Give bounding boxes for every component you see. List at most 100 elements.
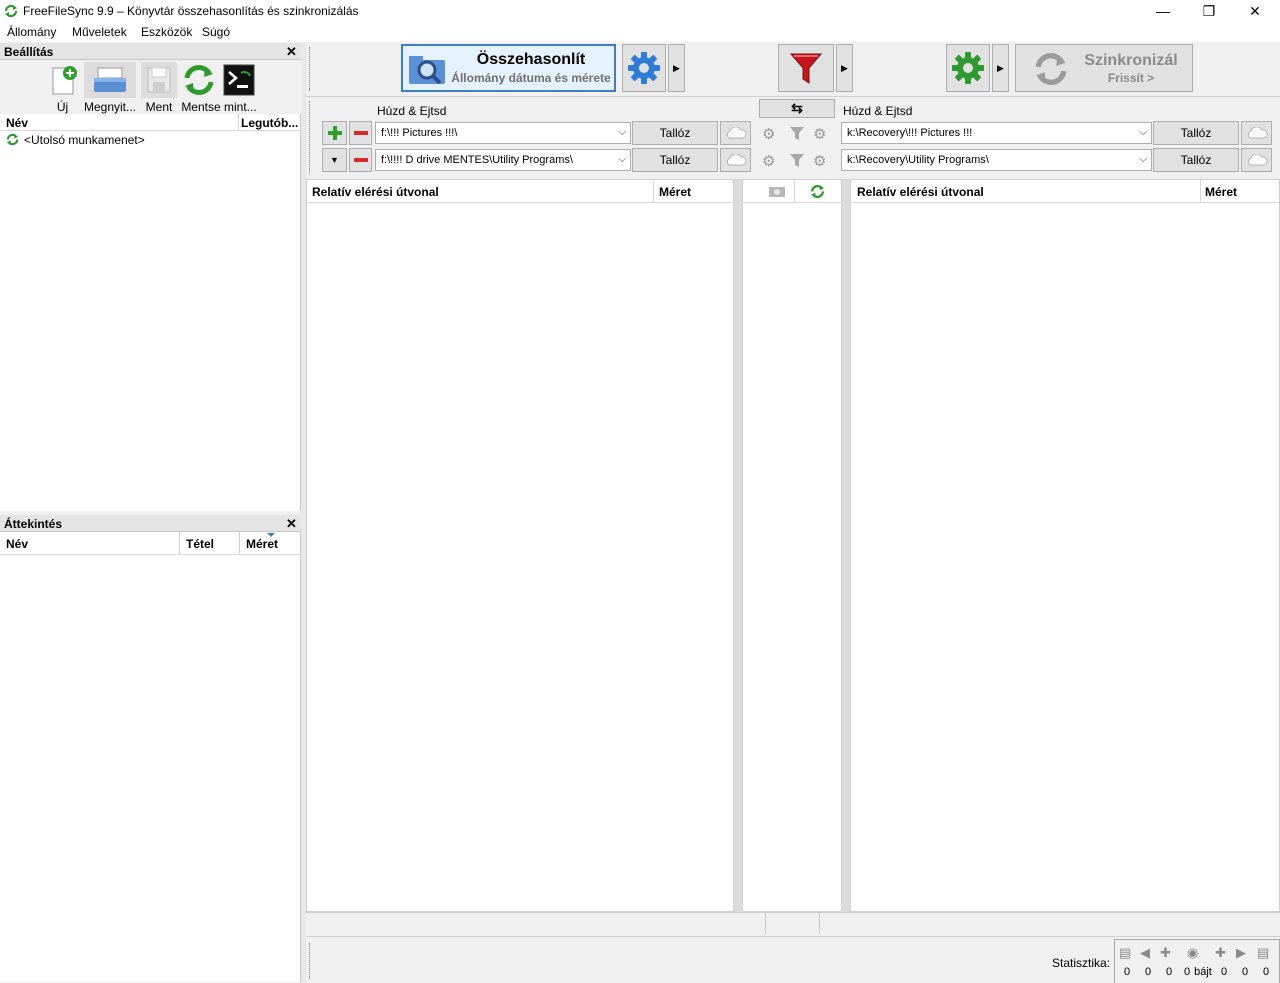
- save-button[interactable]: [141, 62, 177, 98]
- synchronize-sublabel: Frissít >: [1107, 71, 1155, 85]
- config-list: Név Legutób... <Utolsó munkamenet>: [0, 114, 301, 511]
- browse-right-button[interactable]: Tallóz: [1153, 121, 1239, 145]
- middle-action-grid[interactable]: [742, 179, 842, 912]
- terminal-button[interactable]: [221, 62, 257, 98]
- sync-action-icon[interactable]: [810, 184, 825, 199]
- status-bar: [306, 912, 1280, 934]
- cloud-right-button[interactable]: [1241, 121, 1272, 145]
- synchronize-button[interactable]: Szinkronizál Frissít >: [1015, 44, 1193, 92]
- config-list-header: Név Legutób...: [0, 114, 300, 131]
- toolbar-grip[interactable]: [309, 47, 311, 91]
- right-folder-input[interactable]: k:\Recovery\!!! Pictures !!! ⌵: [841, 122, 1152, 144]
- right-file-grid[interactable]: Relatív elérési útvonal Méret: [850, 179, 1280, 912]
- title-bar: FreeFileSync 9.9 – Könyvtár összehasonlí…: [0, 0, 1280, 22]
- triangle-down-icon: ▼: [330, 155, 339, 165]
- expand-pairs-button[interactable]: ▼: [322, 148, 347, 172]
- left-file-grid[interactable]: Relatív elérési útvonal Méret: [306, 179, 734, 912]
- chevron-down-icon: ⌵: [1139, 154, 1147, 165]
- local-gear-icon[interactable]: ⚙: [762, 125, 775, 143]
- gear-icon: [628, 52, 660, 84]
- right-path-column[interactable]: Relatív elérési útvonal: [857, 185, 984, 199]
- gear-green-icon: [952, 52, 984, 84]
- col-items[interactable]: Tétel: [186, 537, 214, 551]
- close-icon[interactable]: ✕: [286, 516, 297, 532]
- local-sync-gear-icon[interactable]: ⚙: [813, 125, 826, 143]
- compare-button[interactable]: Összehasonlít Állomány dátuma és mérete: [401, 44, 616, 92]
- stat-create-right: 0: [1262, 966, 1270, 978]
- filter-button[interactable]: [778, 44, 834, 92]
- chevron-right-icon: ▶: [841, 62, 848, 73]
- compare-dropdown-button[interactable]: ▶: [668, 44, 685, 92]
- left-folder-input[interactable]: f:\!!!! D drive MENTES\Utility Programs\…: [375, 149, 631, 171]
- swap-sides-button[interactable]: ⇆: [759, 99, 835, 118]
- window-title: FreeFileSync 9.9 – Könyvtár összehasonlí…: [23, 4, 359, 18]
- browse-left-button[interactable]: Tallóz: [632, 121, 718, 145]
- stat-bytes-unit: bájt: [1194, 966, 1212, 978]
- restore-button[interactable]: ❐: [1186, 0, 1232, 22]
- statistics-grip[interactable]: [309, 943, 311, 979]
- save-as-button[interactable]: [181, 62, 216, 98]
- new-label: Új: [56, 100, 69, 114]
- left-folder-input[interactable]: f:\!!! Pictures !!!\ ⌵: [375, 122, 631, 144]
- synchronize-label: Szinkronizál: [1084, 52, 1178, 69]
- config-panel-header: Beállítás ✕: [0, 43, 301, 60]
- right-folder-input[interactable]: k:\Recovery\Utility Programs\ ⌵: [841, 149, 1152, 171]
- overview-list: Név Tétel Méret: [0, 532, 301, 982]
- new-button[interactable]: [45, 62, 80, 98]
- open-label: Megnyit...: [83, 100, 137, 114]
- list-item[interactable]: <Utolsó munkamenet>: [0, 132, 300, 148]
- local-filter-icon[interactable]: [789, 152, 805, 168]
- save-label: Ment: [145, 100, 173, 114]
- sync-settings-button[interactable]: [946, 44, 990, 92]
- magnifier-folder-icon: [409, 56, 445, 85]
- left-size-column[interactable]: Méret: [659, 185, 691, 199]
- col-name[interactable]: Név: [6, 537, 28, 551]
- right-drop-header: Húzd & Ejtsd: [843, 104, 913, 118]
- stat-create-left: 0: [1123, 966, 1131, 978]
- compare-settings-button[interactable]: [622, 44, 666, 92]
- statistics-bar: Statisztika: ▤ ◀ ✚ ◉ ✚ ▶ ▤ 0 0 0 0 bájt …: [306, 936, 1280, 983]
- pair-config-icons: ⚙ ⚙: [759, 121, 835, 145]
- local-gear-icon[interactable]: ⚙: [762, 152, 775, 170]
- col-last-sync[interactable]: Legutób...: [241, 116, 298, 130]
- config-panel-title: Beállítás: [4, 45, 54, 59]
- left-path-column[interactable]: Relatív elérési útvonal: [312, 185, 439, 199]
- update-right-icon: ▶: [1236, 945, 1246, 960]
- menu-file[interactable]: Állomány: [7, 25, 56, 39]
- browse-right-button[interactable]: Tallóz: [1153, 148, 1239, 172]
- compare-view-icon[interactable]: [769, 185, 785, 197]
- cloud-left-button[interactable]: [720, 148, 751, 172]
- right-size-column[interactable]: Méret: [1205, 185, 1237, 199]
- grid-splitter-left[interactable]: [734, 179, 742, 912]
- add-folder-pair-button[interactable]: [322, 121, 347, 145]
- browse-left-button[interactable]: Tallóz: [632, 148, 718, 172]
- chevron-right-icon: ▶: [673, 62, 680, 73]
- cloud-left-button[interactable]: [720, 121, 751, 145]
- menu-actions[interactable]: Műveletek: [72, 25, 127, 39]
- minimize-button[interactable]: —: [1140, 0, 1186, 22]
- folder-grip[interactable]: [309, 101, 311, 173]
- pair-config-icons: ⚙ ⚙: [759, 148, 835, 172]
- menu-help[interactable]: Súgó: [202, 25, 230, 39]
- chevron-down-icon: ⌵: [618, 154, 626, 165]
- local-sync-gear-icon[interactable]: ⚙: [813, 152, 826, 170]
- compare-label: Összehasonlít: [476, 51, 586, 68]
- filter-dropdown-button[interactable]: ▶: [836, 44, 853, 92]
- close-window-button[interactable]: ✕: [1232, 0, 1278, 22]
- close-icon[interactable]: ✕: [286, 44, 297, 60]
- local-filter-icon[interactable]: [789, 125, 805, 141]
- remove-folder-pair-button[interactable]: [349, 121, 372, 145]
- open-folder-icon: [94, 67, 126, 92]
- col-size[interactable]: Méret: [246, 537, 278, 551]
- col-name[interactable]: Név: [6, 116, 28, 130]
- statistics-box: ▤ ◀ ✚ ◉ ✚ ▶ ▤ 0 0 0 0 bájt 0 0 0: [1114, 939, 1280, 983]
- menu-tools[interactable]: Eszközök: [141, 25, 192, 39]
- grid-splitter-right[interactable]: [842, 179, 850, 912]
- remove-folder-pair-button[interactable]: [349, 148, 372, 172]
- open-button[interactable]: [84, 62, 136, 98]
- left-grid-header: Relatív elérési útvonal Méret: [307, 180, 733, 203]
- plus-icon: [327, 126, 342, 140]
- sync-dropdown-button[interactable]: ▶: [992, 44, 1009, 92]
- update-left-icon: ◀: [1140, 945, 1150, 960]
- cloud-right-button[interactable]: [1241, 148, 1272, 172]
